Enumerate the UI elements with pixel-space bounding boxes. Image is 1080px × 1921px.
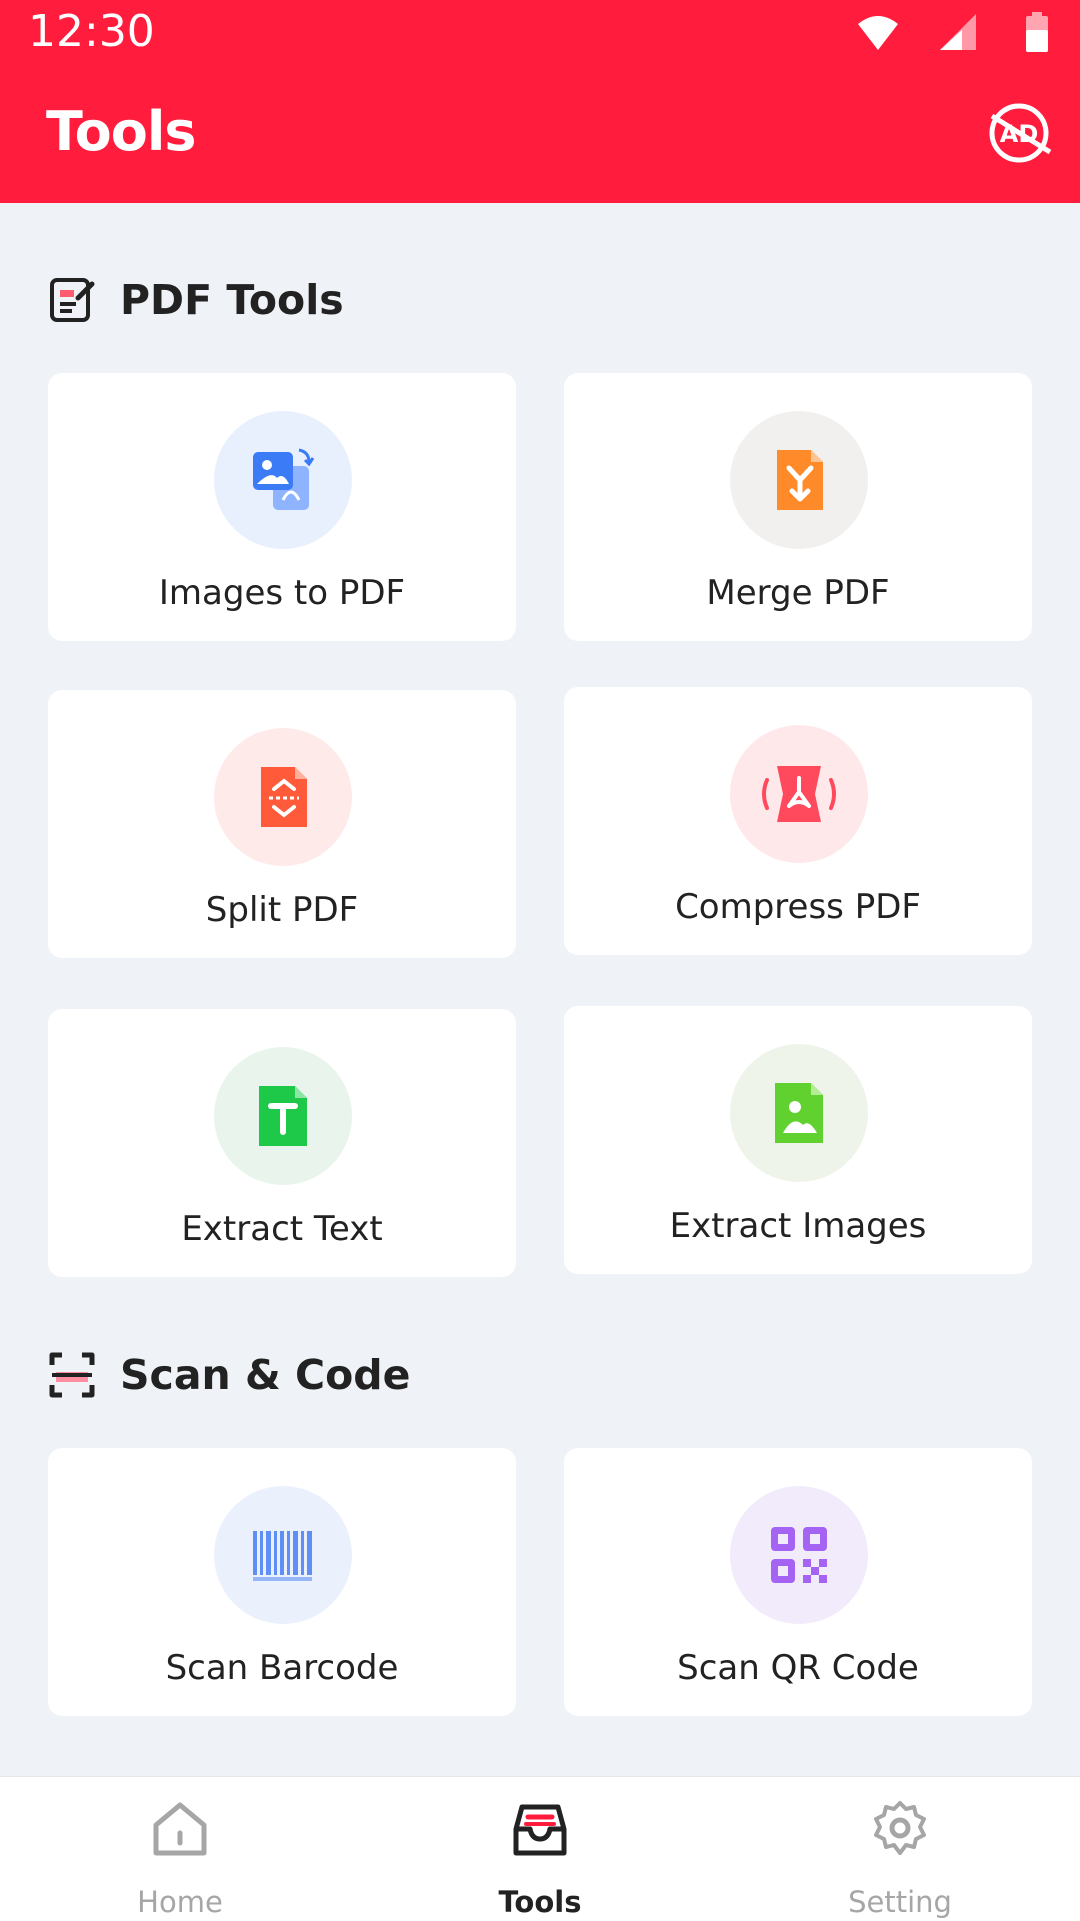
cell-signal-icon [940,14,976,50]
section-header-pdf-tools: PDF Tools [48,272,344,328]
tool-card-merge-pdf[interactable]: Merge PDF [564,373,1032,641]
tool-card-scan-qr-code[interactable]: Scan QR Code [564,1448,1032,1716]
tool-label: Merge PDF [706,573,890,613]
no-ads-icon[interactable]: AD [986,100,1052,166]
extract-images-icon [775,1083,823,1143]
tool-card-extract-images[interactable]: Extract Images [564,1006,1032,1274]
tool-card-images-to-pdf[interactable]: Images to PDF [48,373,516,641]
barcode-icon [253,1531,312,1581]
section-header-scan-code: Scan & Code [48,1347,410,1403]
merge-pdf-icon [777,450,823,510]
tool-card-compress-pdf[interactable]: Compress PDF [564,687,1032,955]
tool-label: Images to PDF [158,573,406,613]
bottom-navigation: Home Tools Setting [0,1776,1080,1921]
tool-label: Extract Images [669,1206,927,1246]
icon-circle [730,411,868,549]
icon-circle [730,1486,868,1624]
qr-code-icon [771,1527,827,1583]
section-title: Scan & Code [120,1351,411,1399]
nav-item-setting[interactable]: Setting [800,1777,1000,1921]
tool-label: Split PDF [205,890,359,930]
home-icon [153,1802,207,1856]
status-time: 12:30 [28,6,155,57]
images-to-pdf-icon [253,448,315,510]
nav-label-home: Home [137,1885,223,1919]
page-title: Tools [46,100,197,163]
icon-circle [214,1486,352,1624]
section-title: PDF Tools [120,276,344,324]
icon-circle [214,1047,352,1185]
wifi-icon [858,16,898,50]
icon-circle [214,728,352,866]
compress-pdf-icon [762,766,836,822]
icon-circle [730,1044,868,1182]
extract-text-icon [259,1086,307,1146]
battery-icon [1026,12,1048,52]
tool-card-split-pdf[interactable]: Split PDF [48,690,516,958]
tool-label: Extract Text [181,1209,383,1249]
scan-code-icon [49,1352,95,1398]
gear-icon [874,1801,926,1855]
app-header: 12:30 Tools AD [0,0,1080,203]
nav-item-tools[interactable]: Tools [440,1777,640,1921]
pdf-tools-icon [50,278,95,322]
tool-label: Scan QR Code [677,1648,919,1688]
tool-card-extract-text[interactable]: Extract Text [48,1009,516,1277]
icon-circle [214,411,352,549]
split-pdf-icon [261,767,307,827]
tool-label: Compress PDF [675,887,921,927]
nav-label-setting: Setting [848,1885,952,1919]
tools-tray-icon [513,1804,567,1856]
tool-card-scan-barcode[interactable]: Scan Barcode [48,1448,516,1716]
nav-item-home[interactable]: Home [80,1777,280,1921]
icon-circle [730,725,868,863]
nav-label-tools: Tools [498,1885,582,1919]
tool-label: Scan Barcode [165,1648,399,1688]
